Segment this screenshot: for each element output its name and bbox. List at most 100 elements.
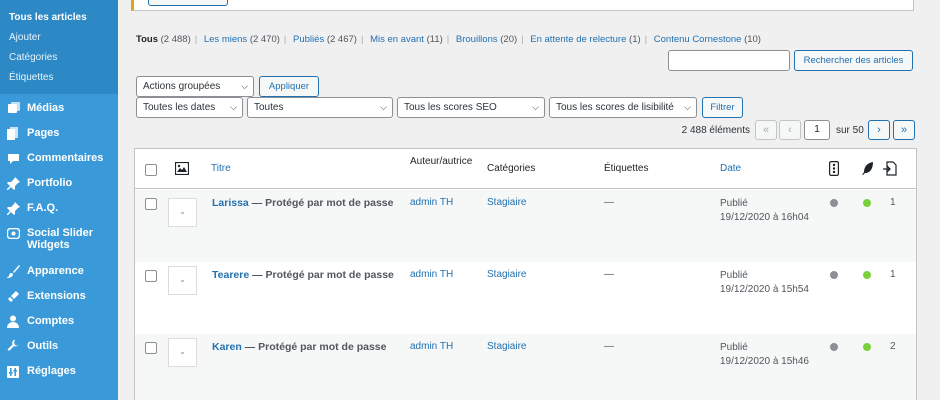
- search-button[interactable]: Rechercher des articles: [794, 50, 913, 71]
- view-mine[interactable]: Les miens: [204, 34, 247, 45]
- chevron-down-icon: ⌵: [241, 81, 248, 91]
- media-icon: [6, 96, 20, 121]
- menu-label: F.A.Q.: [27, 202, 59, 214]
- slider-icon: [6, 221, 20, 246]
- bulk-actions-select[interactable]: Actions groupées ⌵: [136, 76, 254, 97]
- menu-item-comments[interactable]: Commentaires: [0, 146, 118, 171]
- prev-page-button[interactable]: ‹: [779, 120, 801, 140]
- post-thumbnail: [168, 266, 197, 295]
- menu-item-tools[interactable]: Outils: [0, 334, 118, 359]
- posts-submenu: Tous les articles Ajouter Catégories Éti…: [0, 0, 118, 94]
- view-pending-count: (1): [629, 34, 641, 45]
- chevron-down-icon: ⌵: [380, 102, 387, 112]
- last-page-button[interactable]: »: [893, 120, 915, 140]
- post-title: Larissa — Protégé par mot de passe: [212, 197, 394, 209]
- chevron-down-icon: ⌵: [682, 98, 691, 117]
- menu-label: Outils: [27, 340, 59, 352]
- view-pending[interactable]: En attente de relecture: [530, 34, 626, 45]
- seo-score-filter-value: Tous les scores SEO: [404, 102, 497, 113]
- readability-filter-value: Tous les scores de lisibilité: [556, 102, 674, 113]
- post-author-link[interactable]: admin TH: [410, 197, 453, 208]
- post-state: — Protégé par mot de passe: [248, 197, 394, 209]
- date-filter-value: Toutes les dates: [143, 102, 216, 113]
- view-published[interactable]: Publiés: [293, 34, 324, 45]
- readability-filter-select[interactable]: Tous les scores de lisibilité ⌵: [549, 97, 697, 118]
- post-thumbnail: [168, 338, 197, 367]
- post-datetime: 19/12/2020 à 15h54: [720, 284, 809, 295]
- post-tags: —: [604, 197, 614, 208]
- internal-links-icon: [883, 161, 897, 179]
- date-filter-select[interactable]: Toutes les dates ⌵: [136, 97, 243, 118]
- readability-score-dot: [863, 271, 871, 279]
- row-checkbox[interactable]: [145, 198, 157, 210]
- menu-label: Social Slider Widgets: [27, 227, 94, 251]
- table-row: Larissa — Protégé par mot de passe admin…: [135, 190, 916, 262]
- submenu-all-posts[interactable]: Tous les articles: [0, 8, 118, 28]
- menu-item-faq[interactable]: F.A.Q.: [0, 196, 118, 221]
- first-page-button[interactable]: «: [755, 120, 777, 140]
- menu-item-portfolio[interactable]: Portfolio: [0, 171, 118, 196]
- category-filter-value: Toutes: [254, 102, 284, 113]
- post-title-link[interactable]: Larissa: [212, 197, 249, 209]
- column-date[interactable]: Date: [720, 163, 741, 174]
- seo-score-filter-select[interactable]: Tous les scores SEO ⌵: [397, 97, 545, 118]
- menu-item-plugins[interactable]: Extensions: [0, 284, 118, 309]
- settings-icon: [6, 359, 20, 384]
- view-cornerstone[interactable]: Contenu Cornestone: [654, 34, 742, 45]
- view-featured[interactable]: Mis en avant: [370, 34, 424, 45]
- category-filter-select[interactable]: Toutes ⌵: [247, 97, 393, 118]
- internal-links-count: 2: [890, 341, 896, 352]
- admin-notice: [131, 0, 914, 11]
- apply-button[interactable]: Appliquer: [259, 76, 319, 97]
- post-title-link[interactable]: Karen: [212, 341, 242, 353]
- current-page-input[interactable]: 1: [804, 120, 830, 140]
- column-title[interactable]: Titre: [211, 163, 231, 174]
- post-tags: —: [604, 341, 614, 352]
- plug-icon: [6, 284, 20, 309]
- post-status: Publié: [720, 198, 748, 209]
- row-checkbox[interactable]: [145, 270, 157, 282]
- total-pages: sur 50: [836, 125, 864, 136]
- seo-score-dot: [830, 199, 838, 207]
- filter-button[interactable]: Filtrer: [702, 97, 743, 118]
- submenu-categories[interactable]: Catégories: [0, 48, 118, 68]
- readability-score-dot: [863, 343, 871, 351]
- menu-item-media[interactable]: Médias: [0, 96, 118, 121]
- post-title-link[interactable]: Tearere: [212, 269, 249, 281]
- seo-score-dot: [830, 343, 838, 351]
- search-input[interactable]: [668, 50, 790, 71]
- column-tags: Étiquettes: [604, 163, 649, 174]
- menu-item-pages[interactable]: Pages: [0, 121, 118, 146]
- select-all-checkbox[interactable]: [145, 164, 157, 176]
- items-count: 2 488 éléments: [681, 125, 750, 136]
- pin-icon: [6, 171, 20, 196]
- post-thumbnail: [168, 198, 197, 227]
- post-category-link[interactable]: Stagiaire: [487, 197, 526, 208]
- view-published-count: (2 467): [326, 34, 357, 45]
- view-all[interactable]: Tous: [136, 34, 158, 45]
- post-datetime: 19/12/2020 à 16h04: [720, 212, 809, 223]
- column-categories: Catégories: [487, 163, 536, 174]
- menu-item-appearance[interactable]: Apparence: [0, 259, 118, 284]
- next-page-button[interactable]: ›: [868, 120, 890, 140]
- view-drafts[interactable]: Brouillons: [456, 34, 498, 45]
- post-author-link[interactable]: admin TH: [410, 269, 453, 280]
- view-cornerstone-count: (10): [744, 34, 761, 45]
- menu-label: Réglages: [27, 365, 76, 377]
- menu-item-users[interactable]: Comptes: [0, 309, 118, 334]
- pages-icon: [6, 121, 20, 146]
- submenu-add-new[interactable]: Ajouter: [0, 28, 118, 48]
- chevron-down-icon: ⌵: [532, 102, 539, 112]
- submenu-tags[interactable]: Étiquettes: [0, 68, 118, 88]
- post-author-link[interactable]: admin TH: [410, 341, 453, 352]
- post-state: — Protégé par mot de passe: [249, 269, 394, 281]
- notice-button[interactable]: [148, 0, 228, 6]
- menu-label: Portfolio: [27, 177, 73, 189]
- post-category-link[interactable]: Stagiaire: [487, 341, 526, 352]
- menu-item-social-slider[interactable]: Social Slider Widgets: [0, 221, 118, 259]
- menu-item-settings[interactable]: Réglages: [0, 359, 118, 384]
- post-category-link[interactable]: Stagiaire: [487, 269, 526, 280]
- row-checkbox[interactable]: [145, 342, 157, 354]
- admin-menu: Médias Pages Commentaires Portfolio F.A.…: [0, 94, 118, 384]
- seo-score-dot: [830, 271, 838, 279]
